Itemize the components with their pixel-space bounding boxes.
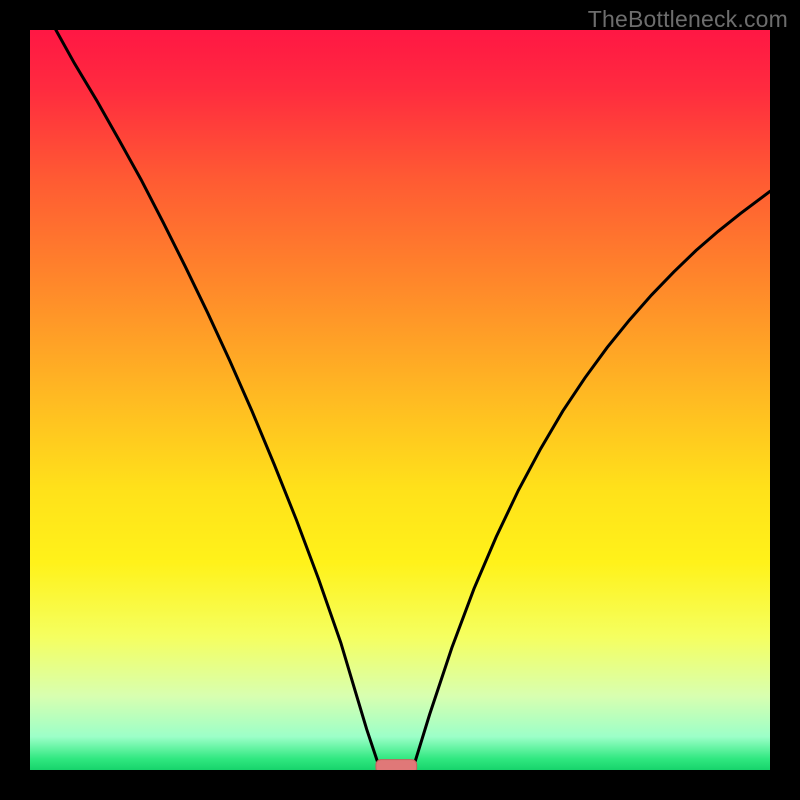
watermark-text: TheBottleneck.com [588,6,788,33]
minimum-marker [376,760,417,770]
chart-svg [30,30,770,770]
gradient-background [30,30,770,770]
plot-area [30,30,770,770]
outer-frame: TheBottleneck.com [0,0,800,800]
